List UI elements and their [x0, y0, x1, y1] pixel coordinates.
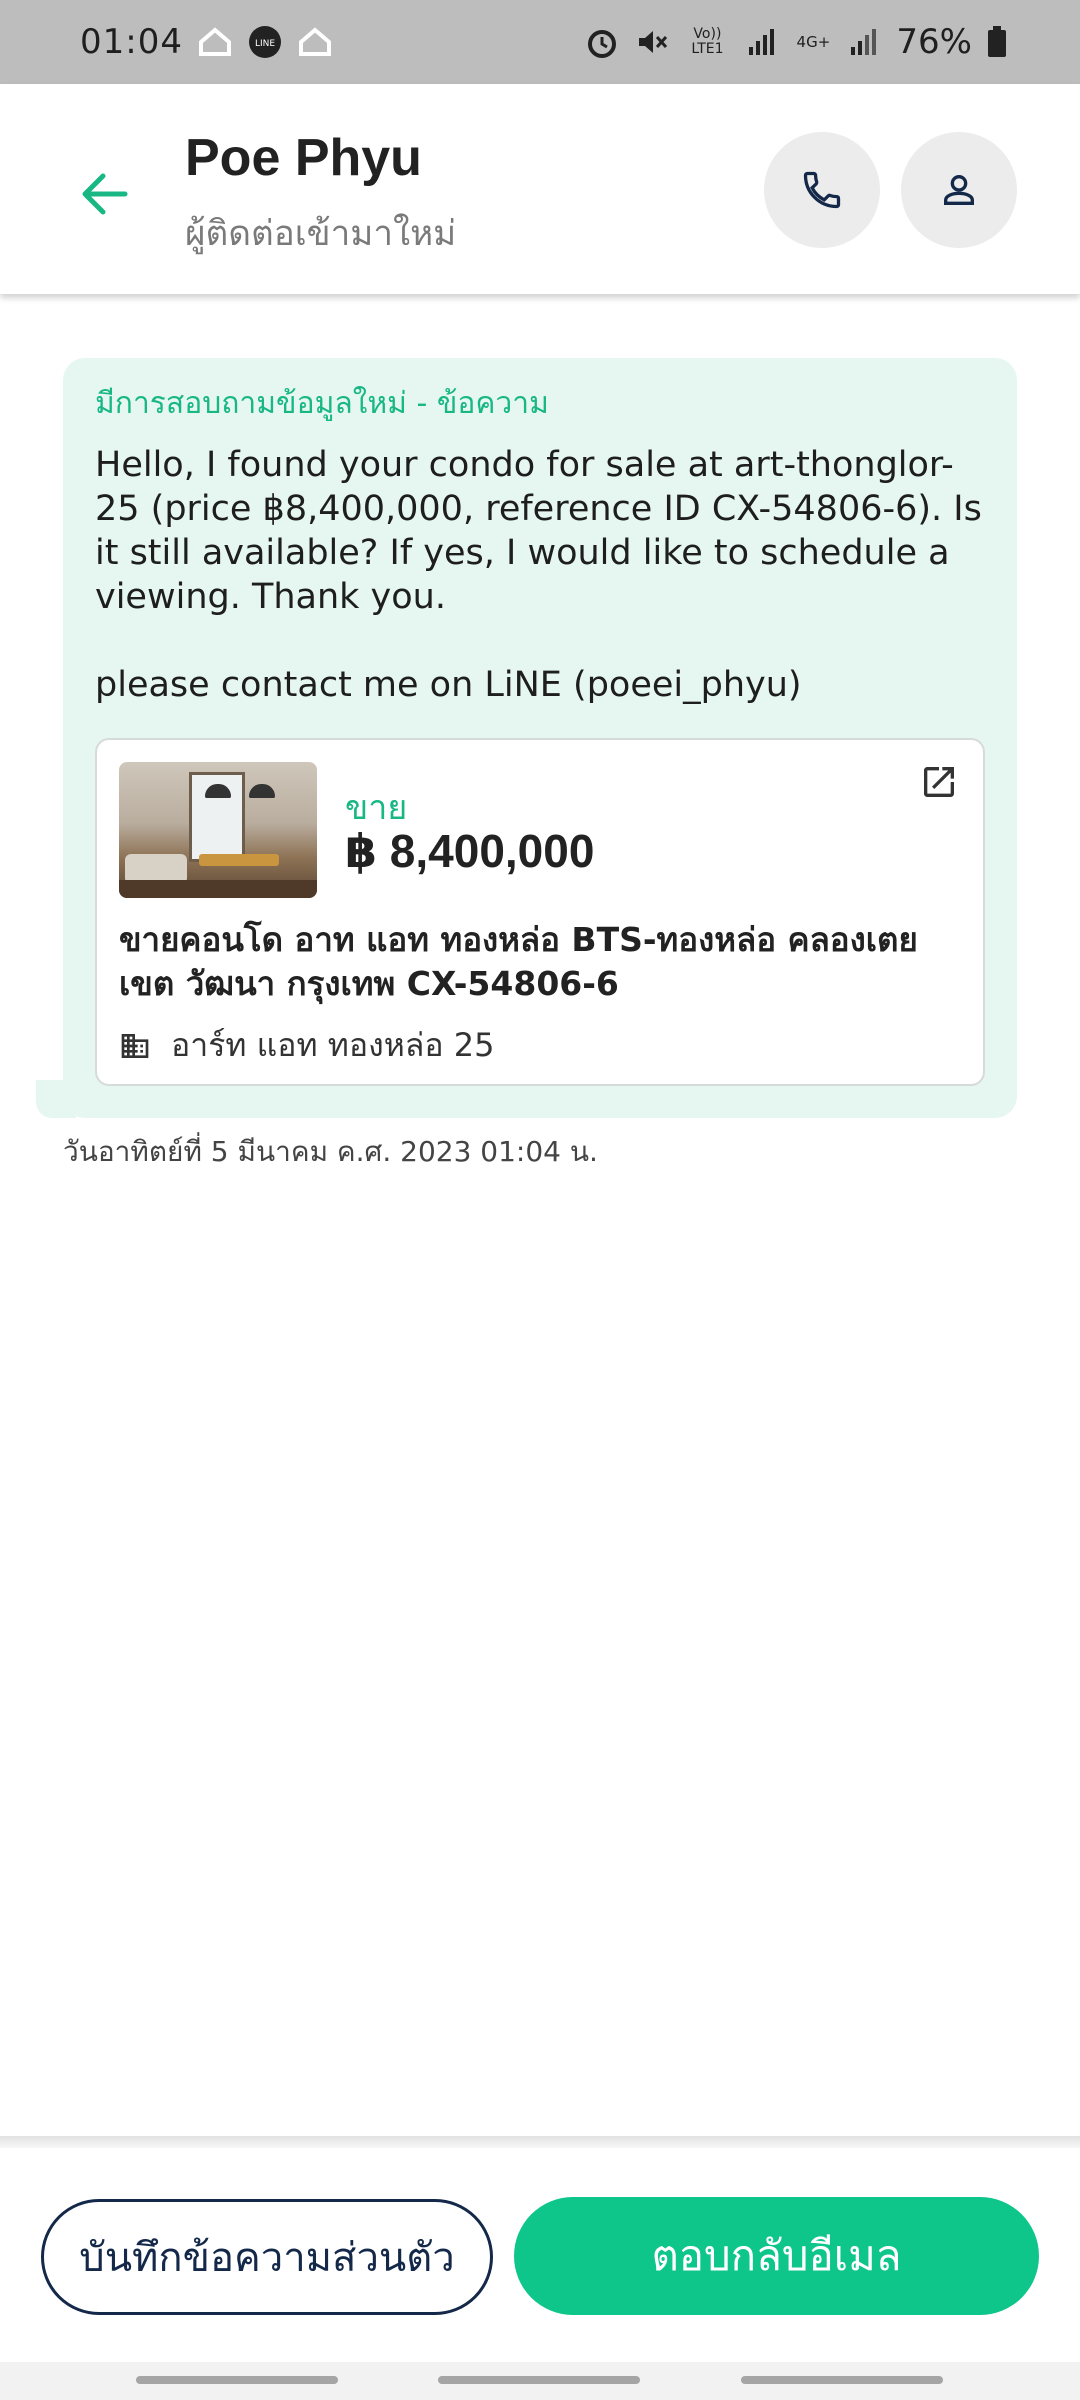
status-bar: 01:04 LINE Vo)) LTE1 4G+ 76% [0, 0, 1080, 84]
contact-status: ผู้ติดต่อเข้ามาใหม่ [185, 214, 457, 254]
system-nav-bar [0, 2362, 1080, 2400]
battery-percent: 76% [896, 22, 972, 62]
signal-icon [846, 24, 882, 60]
alarm-icon [584, 24, 620, 60]
nav-home[interactable] [438, 2376, 640, 2384]
phone-icon [803, 171, 841, 209]
battery-icon [986, 24, 1008, 60]
listing-title: ขายคอนโด อาท แอท ทองหล่อ BTS-ทองหล่อ คลอ… [119, 920, 918, 1003]
status-right: Vo)) LTE1 4G+ 76% [584, 22, 1008, 62]
listing-price: ฿ 8,400,000 [345, 825, 595, 877]
message-body: Hello, I found your condo for sale at ar… [95, 445, 982, 705]
listing-project-name: อาร์ท แอท ทองหล่อ 25 [171, 1026, 495, 1064]
person-icon [944, 175, 974, 205]
message-bubble: มีการสอบถามข้อมูลใหม่ - ข้อความ Hello, I… [63, 358, 1017, 1118]
listing-card[interactable]: ขาย ฿ 8,400,000 ขายคอนโด อาท แอท ทองหล่อ… [95, 738, 985, 1086]
private-note-button[interactable]: บันทึกข้อความส่วนตัว [41, 2199, 493, 2315]
home-icon [297, 24, 333, 60]
home-icon [197, 24, 233, 60]
message-timestamp: วันอาทิตย์ที่ 5 มีนาคม ค.ศ. 2023 01:04 น… [63, 1135, 598, 1168]
listing-thumbnail [119, 762, 317, 898]
status-left: 01:04 LINE [80, 22, 333, 62]
line-app-icon: LINE [247, 24, 283, 60]
reply-email-button[interactable]: ตอบกลับอีเมล [514, 2197, 1039, 2315]
signal-icon [744, 24, 780, 60]
external-link-icon[interactable] [915, 758, 963, 806]
status-time: 01:04 [80, 22, 183, 62]
bottom-divider [0, 2136, 1080, 2148]
volte-icon: Vo)) LTE1 [691, 26, 724, 57]
call-button[interactable] [764, 132, 880, 248]
profile-button[interactable] [901, 132, 1017, 248]
nav-recent[interactable] [136, 2376, 338, 2384]
contact-name: Poe Phyu [185, 129, 422, 187]
message-title: มีการสอบถามข้อมูลใหม่ - ข้อความ [95, 386, 549, 421]
chat-header: Poe Phyu ผู้ติดต่อเข้ามาใหม่ [0, 84, 1080, 294]
svg-text:LINE: LINE [255, 39, 275, 49]
listing-project: อาร์ท แอท ทองหล่อ 25 [119, 1020, 495, 1071]
arrow-left-icon [82, 173, 128, 215]
nav-back[interactable] [741, 2376, 943, 2384]
network-type: 4G+ [796, 33, 831, 51]
mute-icon [634, 24, 670, 60]
back-button[interactable] [64, 154, 144, 234]
building-icon [121, 1033, 149, 1058]
